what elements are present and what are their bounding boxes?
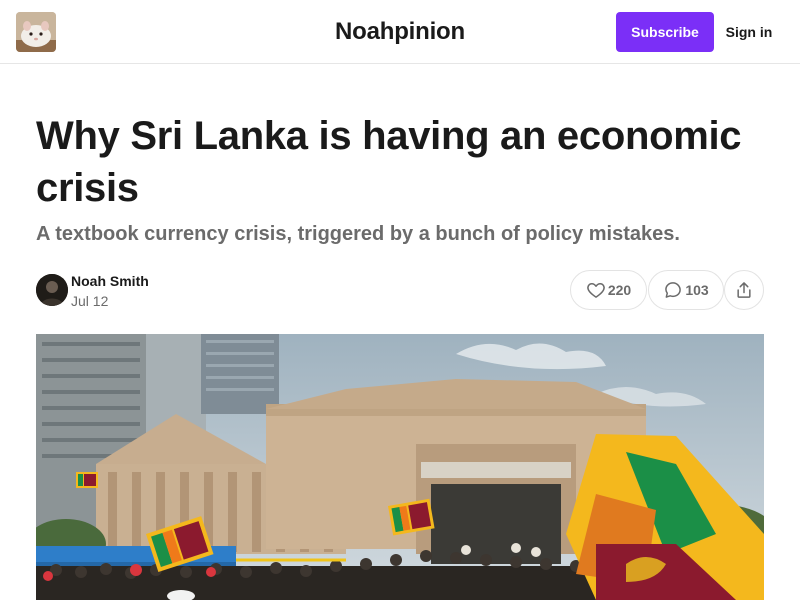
sign-in-button[interactable]: Sign in bbox=[718, 12, 780, 52]
share-button[interactable] bbox=[724, 270, 764, 310]
author-name[interactable]: Noah Smith bbox=[71, 273, 149, 289]
post-date: Jul 12 bbox=[71, 293, 109, 309]
post-subtitle: A textbook currency crisis, triggered by… bbox=[36, 223, 680, 245]
post-title: Why Sri Lanka is having an economic cris… bbox=[36, 114, 742, 210]
comments-button[interactable]: 103 bbox=[648, 270, 724, 310]
comment-count: 103 bbox=[685, 282, 709, 298]
share-icon bbox=[737, 282, 751, 298]
hero-image[interactable] bbox=[36, 334, 764, 600]
like-button[interactable]: 220 bbox=[570, 270, 647, 310]
hamster-logo-image bbox=[16, 12, 56, 52]
heart-icon bbox=[587, 283, 605, 298]
author-photo bbox=[36, 274, 68, 306]
publication-title[interactable]: Noahpinion bbox=[335, 18, 465, 45]
top-navigation-bar: Noahpinion Subscribe Sign in bbox=[0, 0, 800, 64]
like-count: 220 bbox=[607, 282, 632, 298]
speech-bubble-icon bbox=[665, 282, 682, 298]
author-avatar[interactable] bbox=[36, 274, 68, 306]
subscribe-button[interactable]: Subscribe bbox=[616, 12, 714, 52]
publication-logo[interactable] bbox=[16, 12, 56, 52]
protest-photo bbox=[36, 334, 764, 600]
